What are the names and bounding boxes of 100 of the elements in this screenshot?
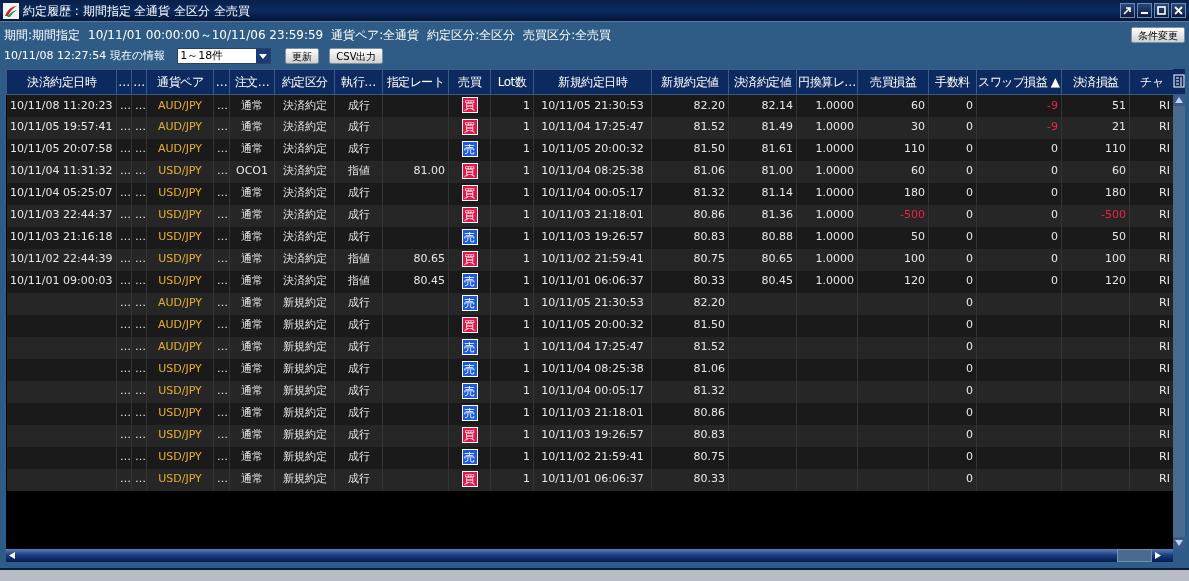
condition-text: 10/11/01 00:00:00～10/11/06 23:59:59 — [88, 27, 324, 44]
table-row[interactable]: … … USD/JPY … 通常 新規約定 成行 買 1 10/11/01 06:06:37 80.33 0 RI — [6, 468, 1174, 491]
table-row[interactable]: 10/11/03 22:44:37 … … USD/JPY … 通常 決済約定 成行 買 1 10/11/03 21:18:01 80.86 81.36 1.0000 -500 0 0 -500 RI — [6, 204, 1174, 227]
maximize-icon[interactable] — [1154, 3, 1169, 18]
table-cell-text: 1 — [523, 450, 530, 464]
table-row[interactable]: … … USD/JPY … 通常 新規約定 成行 売 1 10/11/02 21:59:41 80.75 0 RI — [6, 446, 1174, 469]
column-header[interactable]: 決済約定値 — [728, 69, 797, 95]
table-cell-text: 新規約定 — [282, 318, 327, 332]
close-icon[interactable] — [1171, 3, 1186, 18]
table-cell-text: 0 — [1051, 208, 1058, 222]
table-row[interactable]: 10/11/02 22:44:39 … … USD/JPY … 通常 決済約定 指値 80.65 買 1 10/11/02 21:59:41 80.75 80.65 1.0000 100 0 0 100 RI — [6, 248, 1174, 271]
table-cell-text: … — [217, 120, 228, 134]
table-cell-text: 成行 — [347, 384, 370, 398]
table-cell-text: 81.49 — [761, 120, 793, 134]
column-header[interactable]: 売買 — [448, 69, 491, 95]
column-header[interactable]: 円換算レ… — [796, 69, 858, 95]
table-cell-text: 決済約定 — [282, 120, 327, 134]
table-cell-text: 通常 — [241, 340, 263, 354]
table-row[interactable]: 10/11/05 20:07:58 … … AUD/JPY … 通常 決済約定 成行 売 1 10/11/05 20:00:32 81.50 81.61 1.0000 110 0 0 110 RI — [6, 138, 1174, 161]
table-row[interactable]: 10/11/01 09:00:03 … … USD/JPY … 通常 決済約定 指値 80.45 売 1 10/11/01 06:06:37 80.33 80.45 1.0000 120 0 0 120 RI — [6, 270, 1174, 293]
column-header[interactable]: 約定区分 — [274, 69, 335, 95]
scroll-left-icon[interactable] — [6, 549, 18, 562]
table-cell-text: 0 — [966, 406, 973, 420]
table-cell-text: 指値 — [347, 274, 370, 288]
table-cell-text: 0 — [966, 274, 973, 288]
table-cell-text: 81.32 — [693, 384, 725, 398]
table-cell-text: 新規約定 — [282, 340, 327, 354]
table-row[interactable]: … … USD/JPY … 通常 新規約定 成行 売 1 10/11/03 21:18:01 80.86 0 RI — [6, 402, 1174, 425]
table-cell-text: 通常 — [241, 252, 263, 266]
table-cell-text: … — [120, 296, 131, 310]
table-cell-text: 81.00 — [413, 164, 445, 178]
table-cell-text: 指値 — [347, 252, 370, 266]
scroll-up-icon[interactable] — [1173, 94, 1185, 106]
table-cell-text: … — [217, 318, 228, 332]
table-cell-text: 成行 — [347, 120, 370, 134]
table-cell-text: … — [217, 296, 228, 310]
table-row[interactable]: 10/11/03 21:16:18 … … USD/JPY … 通常 決済約定 成行 売 1 10/11/03 19:26:57 80.83 80.88 1.0000 50 0 0 50 RI — [6, 226, 1174, 249]
table-row[interactable]: 10/11/05 19:57:41 … … AUD/JPY … 通常 決済約定 成行 買 1 10/11/04 17:25:47 81.52 81.49 1.0000 30 0 -9 21 RI — [6, 116, 1174, 139]
minimize-icon[interactable] — [1137, 3, 1152, 18]
change-conditions-button[interactable]: 条件変更 — [1131, 27, 1185, 43]
table-cell-text: 0 — [966, 362, 973, 376]
table-cell-text: RI — [1159, 120, 1170, 134]
table-cell-text: 0 — [966, 340, 973, 354]
table-row[interactable]: … … USD/JPY … 通常 新規約定 成行 売 1 10/11/04 08:25:38 81.06 0 RI — [6, 358, 1174, 381]
column-header[interactable]: 決済損益 — [1061, 69, 1130, 95]
toolbar-button[interactable]: CSV出力 — [329, 48, 384, 64]
scroll-down-icon[interactable] — [1173, 537, 1185, 549]
table-cell-text: 1 — [523, 472, 530, 486]
table-cell-text: 80.75 — [693, 450, 725, 464]
table-cell-text: … — [135, 274, 146, 288]
column-header[interactable]: 指定レート — [382, 69, 449, 95]
column-header[interactable]: 手数料 — [928, 69, 977, 95]
toolbar-button[interactable]: 更新 — [285, 48, 320, 64]
column-chooser-icon[interactable] — [1173, 69, 1185, 94]
column-header[interactable]: Lot数 — [490, 69, 534, 95]
column-header[interactable]: 注文… — [229, 69, 275, 95]
table-cell-text: 1 — [523, 186, 530, 200]
table-cell-text: … — [217, 428, 228, 442]
table-cell-text: … — [217, 274, 228, 288]
range-dropdown[interactable]: 1～18件 — [177, 48, 272, 64]
table-cell-text: 80.83 — [693, 230, 725, 244]
scroll-thumb[interactable] — [1117, 549, 1152, 562]
table-cell-text: 成行 — [347, 98, 370, 112]
column-header[interactable]: 通貨ペア — [146, 69, 214, 95]
table-cell-text: 新規約定 — [282, 296, 327, 310]
table-cell-text: 成行 — [347, 230, 370, 244]
table-cell-text: 成行 — [347, 296, 370, 310]
column-header[interactable]: 執行… — [334, 69, 383, 95]
table-cell-text: 新規約定 — [282, 362, 327, 376]
column-header[interactable]: 売買損益 — [857, 69, 929, 95]
table-cell-text: USD/JPY — [158, 274, 202, 288]
table-row[interactable]: … … AUD/JPY … 通常 新規約定 成行 売 1 10/11/05 21:30:53 82.20 0 RI — [6, 292, 1174, 315]
column-header[interactable]: スワップ損益 ▲ — [976, 69, 1062, 95]
table-row[interactable]: 10/11/04 05:25:07 … … USD/JPY … 通常 決済約定 成行 買 1 10/11/04 00:05:17 81.32 81.14 1.0000 180 0 0 180 RI — [6, 182, 1174, 205]
table-cell-text: 決済約定 — [282, 164, 327, 178]
table-row[interactable]: … … AUD/JPY … 通常 新規約定 成行 売 1 10/11/04 17:25:47 81.52 0 RI — [6, 336, 1174, 359]
table-cell-text: 成行 — [347, 450, 370, 464]
column-header[interactable]: 新規約定日時 — [533, 69, 652, 95]
table-cell-text: 1 — [523, 340, 530, 354]
table-cell-text: 60 — [1112, 164, 1126, 178]
table-cell-text: 決済約定 — [282, 208, 327, 222]
table-cell-text: 1.0000 — [815, 208, 854, 222]
table-cell-text: 1 — [523, 142, 530, 156]
column-header[interactable]: 新規約定値 — [651, 69, 729, 95]
table-cell-text: … — [217, 252, 228, 266]
table-cell-text: … — [217, 98, 228, 112]
table-row[interactable]: 10/11/08 11:20:23 … … AUD/JPY … 通常 決済約定 成行 買 1 10/11/05 21:30:53 82.20 82.14 1.0000 60 0 -9 51 RI — [6, 94, 1174, 117]
column-header[interactable]: 決済約定日時 — [6, 69, 117, 95]
table-row[interactable]: 10/11/04 11:31:32 … … USD/JPY … OCO1 決済約定 指値 81.00 買 1 10/11/04 08:25:38 81.06 81.00 1.0000 60 0 0 60 RI — [6, 160, 1174, 183]
table-cell-text: 0 — [966, 252, 973, 266]
table-cell-text: 1.0000 — [815, 142, 854, 156]
table-row[interactable]: … … USD/JPY … 通常 新規約定 成行 売 1 10/11/04 00:05:17 81.32 0 RI — [6, 380, 1174, 403]
table-cell-text: … — [217, 208, 228, 222]
table-row[interactable]: … … USD/JPY … 通常 新規約定 成行 買 1 10/11/03 19:26:57 80.83 0 RI — [6, 424, 1174, 447]
table-cell-text: … — [135, 252, 146, 266]
table-row[interactable]: … … AUD/JPY … 通常 新規約定 成行 買 1 10/11/05 20:00:32 81.50 0 RI — [6, 314, 1174, 337]
table-cell-text: USD/JPY — [158, 362, 202, 376]
table-cell-text: USD/JPY — [158, 230, 202, 244]
column-header[interactable]: チャ — [1129, 69, 1174, 95]
table-cell-text: 10/11/05 20:07:58 — [10, 142, 113, 156]
